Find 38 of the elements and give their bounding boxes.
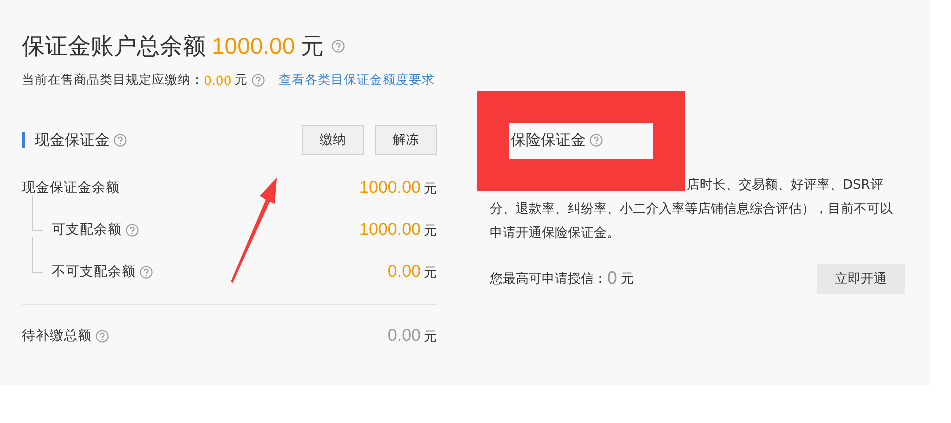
credit-amount: 0 bbox=[607, 269, 618, 289]
tree-line bbox=[32, 195, 43, 231]
currency-unit: 元 bbox=[424, 329, 437, 346]
currency-unit: 元 bbox=[424, 265, 437, 282]
open-button[interactable]: 立即开通 bbox=[817, 264, 905, 294]
amount-value: 1000.00 bbox=[360, 220, 421, 240]
help-icon[interactable] bbox=[96, 330, 109, 342]
help-icon[interactable] bbox=[590, 134, 603, 146]
currency-unit: 元 bbox=[301, 32, 324, 62]
currency-unit: 元 bbox=[424, 181, 437, 198]
row-label: 待补缴总额 bbox=[22, 327, 92, 345]
account-title: 保证金账户总余额 bbox=[22, 32, 206, 62]
help-icon[interactable] bbox=[126, 224, 139, 236]
total-amount: 1000.00 bbox=[212, 32, 296, 60]
currency-unit: 元 bbox=[234, 72, 248, 88]
tree-line bbox=[32, 237, 43, 273]
row-label: 可支配余额 bbox=[52, 221, 122, 239]
row-label: 现金保证金余额 bbox=[22, 179, 120, 197]
help-icon[interactable] bbox=[140, 266, 153, 278]
amount-value: 1000.00 bbox=[360, 178, 421, 198]
credit-label: 您最高可申请授信： bbox=[490, 271, 607, 288]
section-title: 现金保证金 bbox=[35, 130, 110, 150]
amount-value: 0.00 bbox=[388, 262, 421, 282]
help-icon[interactable] bbox=[114, 134, 127, 146]
section-title: 保险保证金 bbox=[511, 130, 586, 150]
amount-value: 0.00 bbox=[388, 326, 421, 346]
description-text: 店时长、交易额、好评率、DSR评分、退款率、纠纷率、小二介入率等店铺信息综合评估），目前不可以申请开通保险保证金。 bbox=[490, 177, 894, 243]
help-icon[interactable] bbox=[332, 40, 346, 52]
requirements-link[interactable]: 查看各类目保证金额度要求 bbox=[278, 72, 435, 88]
action-button[interactable]: 解冻 bbox=[375, 125, 437, 155]
requirement-amount: 0.00 bbox=[204, 72, 232, 88]
currency-unit: 元 bbox=[424, 223, 437, 240]
help-icon[interactable] bbox=[252, 74, 265, 86]
action-button[interactable]: 缴纳 bbox=[302, 125, 364, 155]
requirement-label: 当前在售商品类目规定应缴纳： bbox=[22, 72, 204, 88]
row-label: 不可支配余额 bbox=[52, 263, 136, 281]
currency-unit: 元 bbox=[620, 271, 634, 288]
section-marker bbox=[22, 132, 25, 148]
